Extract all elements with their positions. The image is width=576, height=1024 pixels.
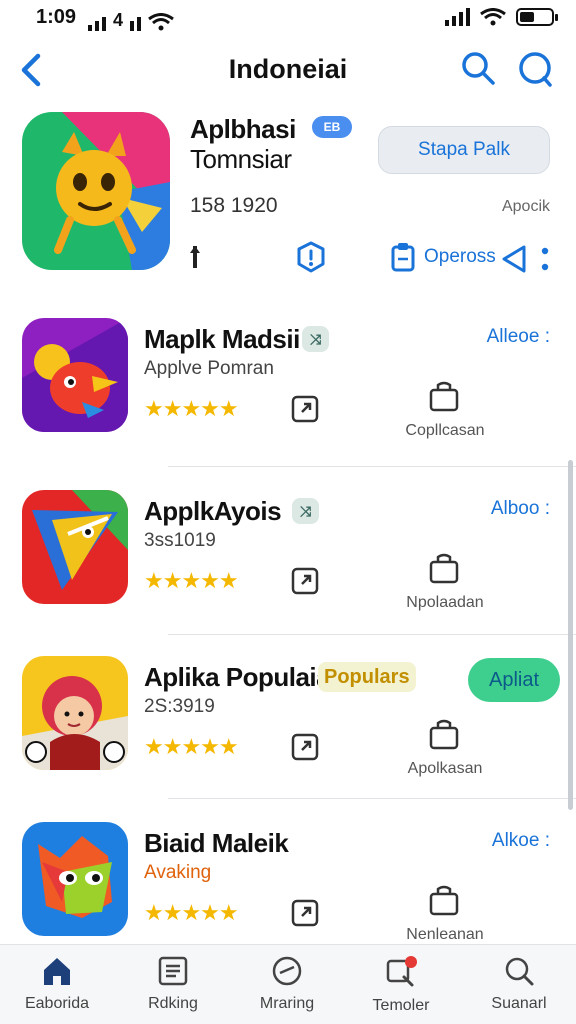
app-action-link[interactable]: Alkoe : (492, 830, 550, 852)
tab-ranking[interactable]: Rdking (118, 955, 228, 1013)
featured-app: Aplbhasi EB Tomnsiar 158 1920 Stapa Palk… (0, 108, 576, 288)
featured-app-name-line2: Tomnsiar (190, 144, 292, 174)
battery-icon (516, 8, 558, 26)
signal-icon-left: 4 (88, 10, 174, 31)
list-item[interactable]: ApplkAyois ⤨ 3ss1019 ★★★★★ Npolaadan Alb… (0, 490, 576, 656)
status-bar: 1:09 4 (0, 0, 576, 36)
app-action-link[interactable]: Alleoe : (487, 326, 550, 348)
app-subtitle: 2S:3919 (144, 696, 215, 717)
app-icon[interactable] (22, 490, 128, 604)
open-external-icon[interactable] (290, 898, 320, 928)
clipboard-icon (391, 243, 415, 272)
app-name: Aplika Populaia (144, 662, 331, 692)
info-icon[interactable] (294, 240, 328, 274)
featured-developer[interactable]: Apocik (502, 198, 550, 216)
options-button[interactable]: Opeross (390, 242, 496, 272)
divider (168, 798, 576, 799)
app-tag: Populars (318, 662, 416, 692)
tab-discover[interactable]: Mraring (232, 955, 342, 1013)
bag-label: Npolaadan (406, 594, 484, 611)
featured-badge: EB (312, 116, 352, 138)
nav-header: Indoneiai (0, 40, 576, 100)
notification-icon (386, 956, 417, 987)
search-icon (505, 957, 534, 986)
app-icon[interactable] (22, 656, 128, 770)
open-external-icon[interactable] (290, 566, 320, 596)
tab-bar: Eaborida Rdking Mraring Temoler Suanarl (0, 944, 576, 1024)
divider (168, 634, 576, 635)
star-rating: ★★★★★ (144, 734, 239, 759)
app-icon[interactable] (22, 822, 128, 936)
featured-app-icon[interactable] (22, 112, 170, 270)
star-rating: ★★★★★ (144, 568, 239, 593)
bag-icon[interactable] (428, 884, 460, 916)
wifi-icon-left (148, 13, 174, 31)
app-action-link[interactable]: Alboo : (491, 498, 550, 520)
share-icon[interactable] (500, 244, 528, 274)
app-subtitle: 3ss1019 (144, 530, 216, 551)
search-icon[interactable] (460, 50, 496, 86)
open-button[interactable]: Stapa Palk (378, 126, 550, 174)
tab-notifications[interactable]: Temoler (346, 955, 456, 1015)
bag-label: Apolkasan (407, 760, 483, 777)
cell-signal-icon (445, 8, 470, 26)
open-external-icon[interactable] (290, 394, 320, 424)
arrow-up-icon[interactable] (188, 244, 202, 270)
app-subtitle: Avaking (144, 862, 212, 883)
bag-label: Nenleanan (406, 926, 484, 943)
bag-icon[interactable] (428, 380, 460, 412)
app-name: ApplkAyois (144, 496, 282, 526)
chat-icon[interactable] (516, 50, 554, 88)
featured-download-count: 158 1920 (190, 194, 278, 217)
wifi-icon (480, 8, 506, 26)
carrier-text: 4 (113, 10, 124, 30)
bag-icon[interactable] (428, 718, 460, 750)
status-time: 1:09 (36, 6, 77, 28)
more-icon[interactable] (538, 244, 552, 274)
tab-home[interactable]: Eaborida (2, 955, 112, 1013)
app-name: Biaid Maleik (144, 828, 289, 858)
featured-app-name: Aplbhasi (190, 114, 296, 144)
app-tag: ⤨ (292, 498, 320, 524)
tab-label: Temoler (372, 997, 430, 1014)
bag-icon[interactable] (428, 552, 460, 584)
app-name: Maplk Madsii (144, 324, 300, 354)
scrollbar[interactable] (568, 460, 573, 810)
app-subtitle: Applve Pomran (144, 358, 274, 379)
app-icon[interactable] (22, 318, 128, 432)
tab-search[interactable]: Suanarl (464, 955, 574, 1013)
compass-icon (272, 956, 302, 986)
install-button[interactable]: Apliat (468, 658, 560, 702)
tab-label: Mraring (259, 995, 315, 1012)
open-external-icon[interactable] (290, 732, 320, 762)
tab-label: Rdking (148, 995, 198, 1012)
options-label: Opeross (424, 246, 496, 267)
tab-label: Eaborida (24, 995, 90, 1012)
app-tag: ⤨ (302, 326, 330, 352)
list-icon (158, 956, 188, 986)
bag-label: Copllcasan (405, 422, 485, 439)
list-item[interactable]: Maplk Madsii ⤨ Applve Pomran ★★★★★ Copll… (0, 318, 576, 484)
star-rating: ★★★★★ (144, 900, 239, 925)
tab-label: Suanarl (491, 995, 547, 1012)
star-rating: ★★★★★ (144, 396, 239, 421)
home-icon (44, 958, 70, 985)
divider (168, 466, 576, 467)
